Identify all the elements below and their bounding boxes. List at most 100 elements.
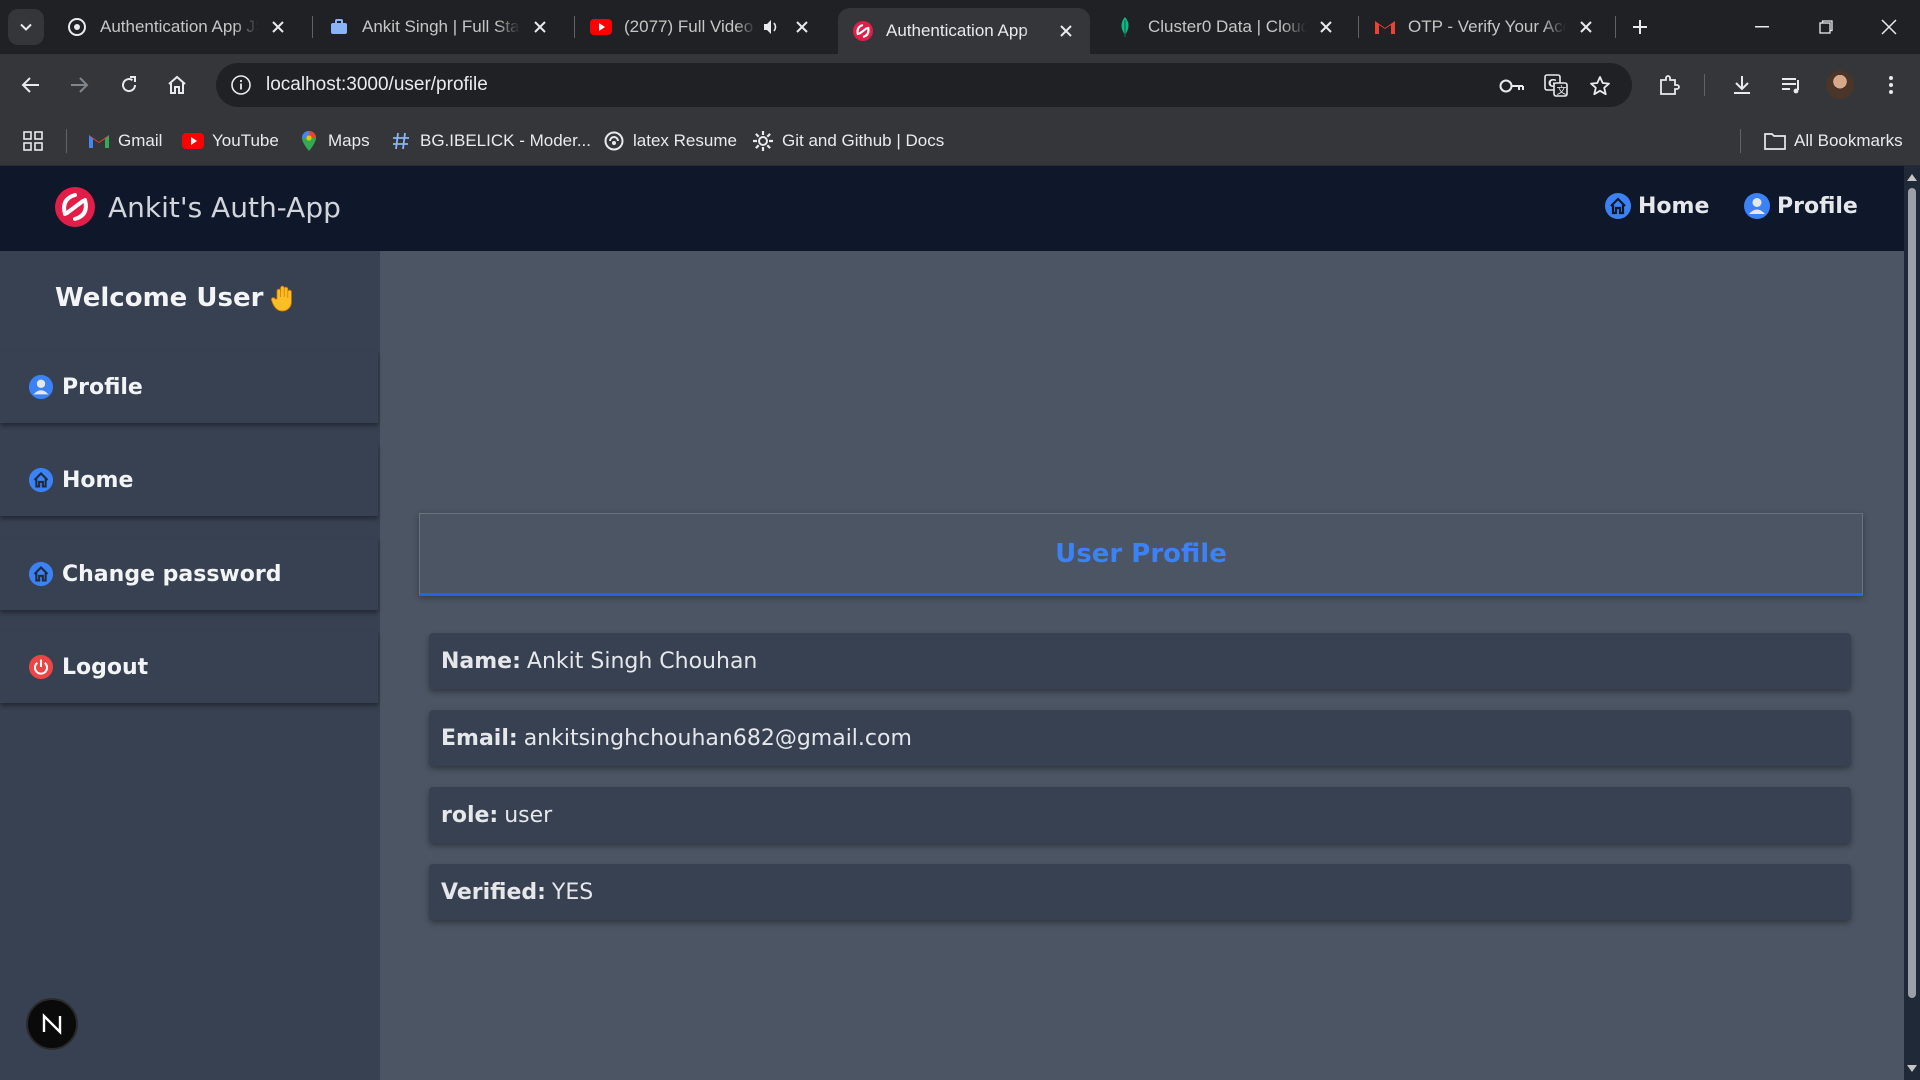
tab-authentication-app-js[interactable]: Authentication App JS — [52, 8, 302, 46]
header-nav-profile[interactable]: Profile — [1743, 192, 1858, 220]
sidebar-item-label: Logout — [62, 654, 149, 680]
tab-youtube-video[interactable]: (2077) Full Video: C — [576, 8, 826, 46]
translate-icon[interactable]: G文 — [1542, 72, 1570, 100]
tab-ankit-singh-portfolio[interactable]: Ankit Singh | Full Stack — [314, 8, 564, 46]
bookmark-label: latex Resume — [633, 131, 737, 150]
close-icon[interactable] — [268, 17, 288, 37]
brand[interactable]: Ankit's Auth-App — [54, 186, 341, 228]
field-value: user — [504, 802, 553, 828]
close-icon[interactable] — [1576, 17, 1596, 37]
gmail-icon — [1374, 16, 1396, 38]
extensions-button[interactable] — [1651, 67, 1687, 103]
close-icon[interactable] — [1056, 21, 1076, 41]
bookmark-git-github-docs[interactable]: Git and Github | Docs — [752, 128, 944, 154]
site-info-icon[interactable] — [228, 72, 254, 98]
svg-text:文: 文 — [1557, 84, 1567, 97]
gmail-icon — [88, 130, 110, 152]
kebab-menu-icon — [1889, 76, 1893, 94]
power-icon — [28, 654, 54, 680]
bookmark-latex-resume[interactable]: latex Resume — [603, 128, 737, 154]
app-logo-icon — [55, 187, 95, 227]
scroll-down-arrow-icon[interactable] — [1907, 1064, 1917, 1074]
profile-field-verified: Verified: YES — [429, 864, 1851, 920]
bookmark-maps[interactable]: Maps — [298, 128, 370, 154]
tab-separator — [312, 16, 313, 38]
openai-icon — [66, 16, 88, 38]
minimize-icon — [1755, 26, 1769, 28]
scrollbar-thumb[interactable] — [1908, 188, 1916, 998]
gear-icon — [752, 130, 774, 152]
minimize-button[interactable] — [1733, 8, 1791, 46]
reload-button[interactable] — [110, 66, 148, 104]
bookmark-youtube[interactable]: YouTube — [182, 128, 279, 154]
media-controls-button[interactable] — [1773, 67, 1809, 103]
sidebar-item-label: Home — [62, 467, 134, 493]
bookmarks-bar: Gmail YouTube Maps BG.IBELICK - Moder...… — [0, 117, 1920, 166]
password-key-icon[interactable] — [1498, 72, 1526, 100]
tab-mongodb-cluster[interactable]: Cluster0 Data | Cloud: — [1100, 8, 1350, 46]
all-bookmarks-button[interactable]: All Bookmarks — [1764, 128, 1903, 154]
new-tab-button[interactable] — [1625, 12, 1655, 42]
close-icon[interactable] — [792, 17, 812, 37]
bookmark-label: Git and Github | Docs — [782, 131, 945, 150]
toolbar-separator — [1704, 74, 1705, 96]
reload-icon — [122, 76, 137, 93]
briefcase-icon — [328, 16, 350, 38]
tab-otp-gmail[interactable]: OTP - Verify Your Acco — [1360, 8, 1610, 46]
profile-field-role: role: user — [429, 787, 1851, 843]
forward-button[interactable] — [60, 66, 98, 104]
welcome-text: Welcome User — [55, 283, 264, 313]
bookmark-star-icon[interactable] — [1586, 72, 1614, 100]
tab-search-button[interactable] — [8, 9, 44, 45]
app-header: Ankit's Auth-App Home Profile — [0, 166, 1904, 251]
bookmark-label: Maps — [328, 131, 370, 150]
home-icon — [28, 561, 54, 587]
field-label: role: — [441, 802, 499, 828]
home-button[interactable] — [158, 66, 196, 104]
sidebar-item-label: Change password — [62, 561, 282, 587]
brand-name: Ankit's Auth-App — [108, 190, 341, 224]
downloads-button[interactable] — [1724, 67, 1760, 103]
restore-button[interactable] — [1797, 8, 1855, 46]
arrow-left-icon — [21, 77, 39, 93]
user-icon — [28, 374, 54, 400]
apps-grid-icon — [22, 130, 44, 152]
sidebar-item-home[interactable]: Home — [0, 444, 378, 516]
url-text[interactable]: localhost:3000/user/profile — [266, 74, 488, 96]
tab-authentication-app[interactable]: Authentication App — [838, 8, 1090, 54]
header-nav-home[interactable]: Home — [1604, 192, 1709, 220]
hash-icon — [390, 130, 412, 152]
home-icon — [28, 467, 54, 493]
header-nav-home-label: Home — [1638, 193, 1710, 219]
speaker-icon[interactable] — [760, 16, 782, 38]
profile-field-name: Name: Ankit Singh Chouhan — [429, 633, 1851, 689]
page-viewport: Ankit's Auth-App Home Profile Welcome Us… — [0, 166, 1904, 1080]
field-value: ankitsinghchouhan682@gmail.com — [523, 725, 912, 751]
apps-button[interactable] — [22, 128, 52, 154]
tab-title: Authentication App JS — [100, 17, 258, 36]
bookmark-gmail[interactable]: Gmail — [88, 128, 162, 154]
page-scrollbar[interactable] — [1904, 166, 1920, 1080]
scroll-up-arrow-icon[interactable] — [1907, 172, 1917, 182]
tab-separator — [574, 16, 575, 38]
bookmark-label: BG.IBELICK - Moder... — [420, 131, 592, 150]
openai-icon — [603, 130, 625, 152]
home-icon — [1605, 193, 1631, 219]
close-icon[interactable] — [530, 17, 550, 37]
address-bar[interactable]: localhost:3000/user/profile G文 — [216, 63, 1632, 107]
close-icon[interactable] — [1316, 17, 1336, 37]
sidebar-item-label: Profile — [62, 374, 143, 400]
bookmark-separator — [66, 129, 67, 153]
back-button[interactable] — [12, 66, 50, 104]
close-window-button[interactable] — [1860, 8, 1918, 46]
nextjs-dev-badge[interactable] — [26, 998, 78, 1050]
sidebar-item-change-password[interactable]: Change password — [0, 538, 378, 610]
sidebar-item-profile[interactable]: Profile — [0, 351, 378, 423]
chevron-down-icon — [20, 23, 32, 31]
tab-title: Ankit Singh | Full Stack — [362, 17, 520, 36]
leaf-icon — [1114, 16, 1136, 38]
profile-avatar[interactable] — [1826, 71, 1854, 99]
browser-menu-button[interactable] — [1873, 67, 1909, 103]
bookmark-bg-ibelick[interactable]: BG.IBELICK - Moder... — [390, 128, 591, 154]
sidebar-item-logout[interactable]: Logout — [0, 631, 378, 703]
